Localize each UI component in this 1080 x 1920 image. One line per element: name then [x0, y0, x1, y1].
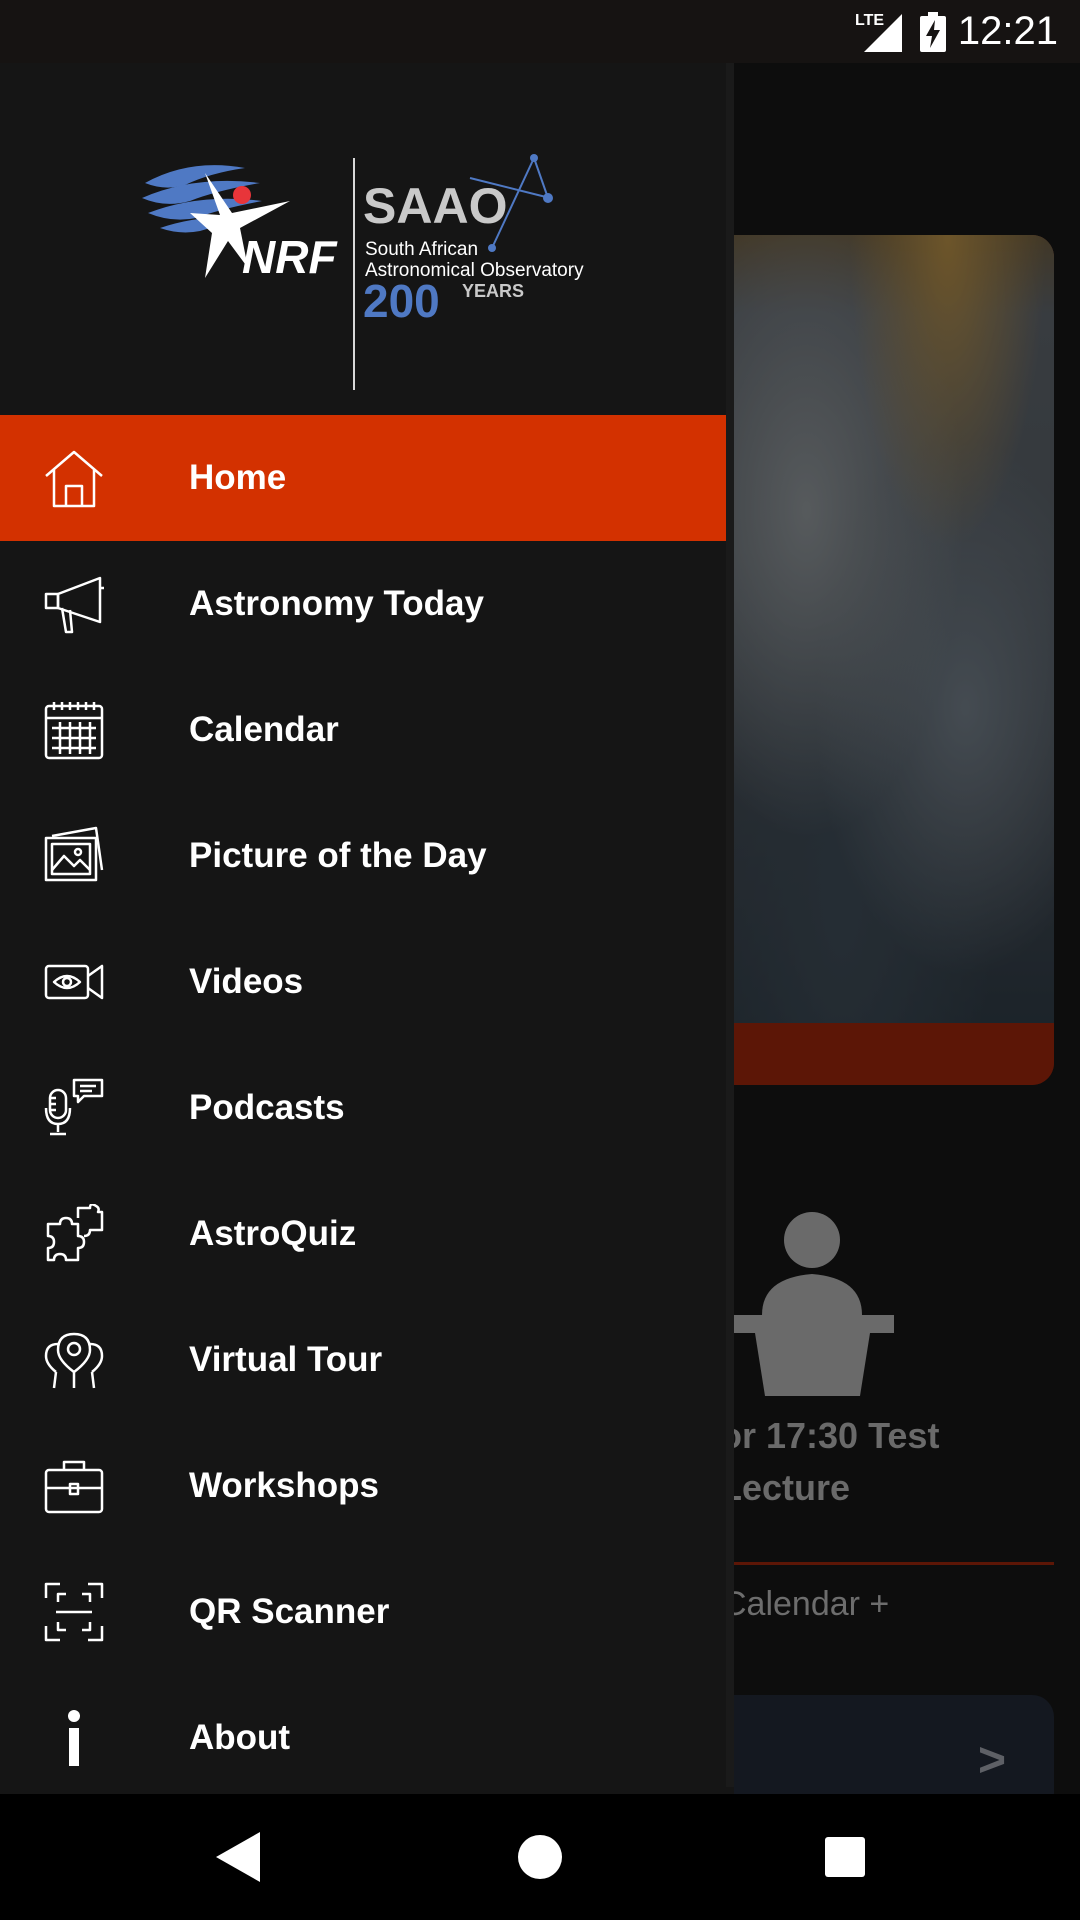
- clock: 12:21: [957, 9, 1058, 53]
- menu-item-label: Calendar: [189, 710, 339, 749]
- picture-icon: [44, 826, 104, 882]
- divider: [700, 1562, 1054, 1565]
- menu-item-label: Astronomy Today: [189, 584, 484, 623]
- featured-card-footer: [700, 1023, 1054, 1085]
- menu-item-astronomy-today[interactable]: Astronomy Today: [0, 541, 734, 667]
- years-label: YEARS: [462, 281, 524, 301]
- location-pins-icon: [44, 1332, 104, 1389]
- years-number: 200: [363, 275, 440, 327]
- megaphone-icon: [44, 576, 104, 634]
- menu-item-podcasts[interactable]: Podcasts: [0, 1045, 734, 1171]
- earth-image: [700, 235, 1054, 1023]
- menu-item-qr-scanner[interactable]: QR Scanner: [0, 1549, 734, 1675]
- navigation-drawer: NRF SAAO South African Astronomical Obse…: [0, 63, 734, 1794]
- menu-item-label: Workshops: [189, 1466, 379, 1505]
- menu-item-virtual-tour[interactable]: Virtual Tour: [0, 1297, 734, 1423]
- lecturer-podium-icon: [730, 1212, 894, 1396]
- featured-card[interactable]: [700, 235, 1054, 1085]
- calendar-icon: [44, 702, 104, 760]
- saao-line1: South African: [365, 239, 478, 260]
- menu-item-label: Virtual Tour: [189, 1340, 383, 1379]
- qr-scan-icon: [44, 1582, 104, 1642]
- menu-item-label: Picture of the Day: [189, 836, 487, 875]
- saao-200-years-logo: NRF SAAO South African Astronomical Obse…: [142, 154, 584, 390]
- back-icon[interactable]: [202, 1824, 268, 1890]
- calendar-link[interactable]: Calendar +: [722, 1585, 889, 1624]
- saao-text: SAAO: [363, 178, 507, 234]
- next-arrow-icon: >: [977, 1734, 1006, 1787]
- puzzle-icon: [46, 1204, 104, 1262]
- menu-item-label: AstroQuiz: [189, 1214, 357, 1253]
- info-icon: [68, 1710, 80, 1766]
- menu-item-videos[interactable]: Videos: [0, 919, 734, 1045]
- nrf-text: NRF: [242, 231, 338, 283]
- menu-item-home[interactable]: Home: [0, 415, 734, 541]
- menu-item-astroquiz[interactable]: AstroQuiz: [0, 1171, 734, 1297]
- menu-item-label: QR Scanner: [189, 1592, 390, 1631]
- system-navigation-bar: [0, 1794, 1080, 1920]
- home-icon: [45, 450, 103, 508]
- status-bar: LTE 12:21: [0, 0, 1080, 63]
- recents-icon[interactable]: [812, 1824, 878, 1890]
- menu-item-picture-of-the-day[interactable]: Picture of the Day: [0, 793, 734, 919]
- menu-item-about[interactable]: About: [0, 1675, 734, 1801]
- signal-icon: [864, 14, 902, 52]
- menu-item-calendar[interactable]: Calendar: [0, 667, 734, 793]
- menu-item-label: Videos: [189, 962, 304, 1001]
- battery-charging-icon: [920, 12, 946, 52]
- drawer-menu: Home Astronomy Today Calendar Picture of: [0, 415, 734, 1801]
- microphone-icon: [44, 1078, 104, 1136]
- video-camera-icon: [44, 964, 104, 1000]
- event-title: or 17:30 Test Lecture: [720, 1415, 940, 1508]
- drawer-header: NRF SAAO South African Astronomical Obse…: [0, 63, 734, 415]
- menu-item-workshops[interactable]: Workshops: [0, 1423, 734, 1549]
- briefcase-icon: [44, 1460, 104, 1514]
- menu-item-label: Home: [189, 458, 287, 497]
- menu-item-label: Podcasts: [189, 1088, 345, 1127]
- drawer-edge: [726, 63, 734, 1787]
- home-circle-icon[interactable]: [507, 1824, 573, 1890]
- menu-item-label: About: [189, 1718, 291, 1757]
